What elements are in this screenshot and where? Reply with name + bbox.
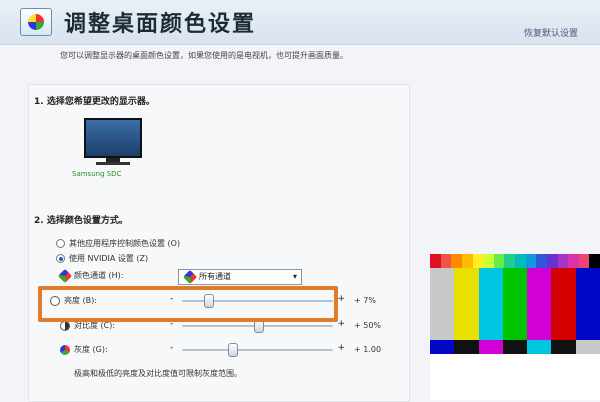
strip-swatch-3: [461, 254, 473, 268]
color-test-pattern: [430, 254, 600, 400]
color-bar-0: [430, 268, 455, 340]
color-channel-select[interactable]: 所有通道 ▾: [178, 269, 302, 285]
range-hint: 极高和极低的亮度及对比度值可限制灰度范围。: [74, 369, 242, 378]
gamma-label: 灰度 (G):: [74, 345, 108, 354]
chevron-down-icon: ▾: [292, 272, 297, 281]
contrast-value: + 50%: [354, 321, 382, 330]
gamma-value: + 1.00: [354, 345, 382, 354]
test-pattern-bottom: [430, 354, 600, 400]
section-heading-color-method: 2. 选择颜色设置方式。: [34, 216, 128, 226]
block-swatch-1: [454, 340, 479, 354]
gamma-icon: [60, 344, 70, 355]
gamma-minus: -: [170, 343, 174, 353]
contrast-icon: [60, 320, 70, 331]
block-swatch-6: [575, 340, 600, 354]
radio-other-apps[interactable]: 其他应用程序控制颜色设置 (O): [56, 238, 180, 249]
strip-swatch-14: [578, 254, 590, 268]
color-bar-3: [502, 268, 528, 340]
strip-swatch-11: [546, 254, 558, 268]
block-swatch-2: [478, 340, 503, 354]
contrast-plus: +: [337, 319, 345, 329]
strip-swatch-1: [440, 254, 452, 268]
strip-swatch-7: [504, 254, 515, 268]
strip-swatch-10: [536, 254, 547, 268]
display-color-icon: [20, 8, 52, 36]
color-channel-icon: [57, 268, 73, 283]
color-bar-4: [527, 268, 552, 340]
gamma-plus: +: [337, 343, 345, 353]
test-pattern-color-bars: [430, 268, 600, 340]
strip-swatch-15: [589, 254, 600, 268]
monitor-label: Samsung SDC: [72, 170, 122, 178]
channel-row: 颜色通道 (H):: [57, 268, 124, 283]
gamma-row: 灰度 (G):: [60, 344, 108, 355]
strip-swatch-12: [557, 254, 569, 268]
radio-nvidia-indicator: [56, 254, 65, 263]
color-channel-select-icon: [182, 269, 198, 284]
color-bar-6: [575, 268, 600, 340]
color-bar-5: [551, 268, 576, 340]
page-title: 调整桌面颜色设置: [64, 12, 257, 37]
strip-swatch-4: [472, 254, 484, 268]
page-description: 您可以调整显示器的桌面颜色设置，如果您使用的是电视机，也可提升画面质量。: [60, 51, 348, 60]
strip-swatch-2: [451, 254, 462, 268]
radio-other-apps-indicator: [56, 239, 65, 248]
gamma-slider[interactable]: - +: [170, 343, 345, 357]
color-bar-1: [454, 268, 479, 340]
block-swatch-5: [551, 340, 576, 354]
radio-nvidia[interactable]: 使用 NVIDIA 设置 (Z): [56, 253, 148, 264]
brightness-plus: +: [337, 294, 345, 304]
block-swatch-4: [527, 340, 552, 354]
radio-other-apps-label: 其他应用程序控制颜色设置 (O): [69, 239, 181, 248]
brightness-value: + 7%: [354, 296, 376, 305]
block-swatch-0: [430, 340, 455, 354]
color-bar-2: [478, 268, 503, 340]
header-bar: 调整桌面颜色设置 恢复默认设置: [0, 0, 600, 45]
channel-label: 颜色通道 (H):: [74, 271, 124, 280]
strip-swatch-6: [493, 254, 505, 268]
radio-nvidia-label: 使用 NVIDIA 设置 (Z): [69, 254, 149, 263]
section-heading-display: 1. 选择您希望更改的显示器。: [34, 97, 155, 107]
gamma-track: [182, 349, 333, 351]
strip-swatch-9: [525, 254, 537, 268]
brightness-highlight-box: [38, 286, 338, 322]
test-pattern-blocks: [430, 340, 600, 354]
monitor-icon[interactable]: [84, 118, 142, 166]
strip-swatch-5: [483, 254, 494, 268]
strip-swatch-0: [430, 254, 441, 268]
strip-swatch-8: [515, 254, 526, 268]
restore-defaults-link[interactable]: 恢复默认设置: [524, 26, 578, 39]
contrast-label: 对比度 (C):: [74, 321, 116, 330]
color-channel-value: 所有通道: [199, 272, 231, 281]
gamma-thumb[interactable]: [227, 343, 238, 357]
strip-swatch-13: [568, 254, 579, 268]
block-swatch-3: [502, 340, 528, 354]
test-pattern-color-strip: [430, 254, 600, 268]
